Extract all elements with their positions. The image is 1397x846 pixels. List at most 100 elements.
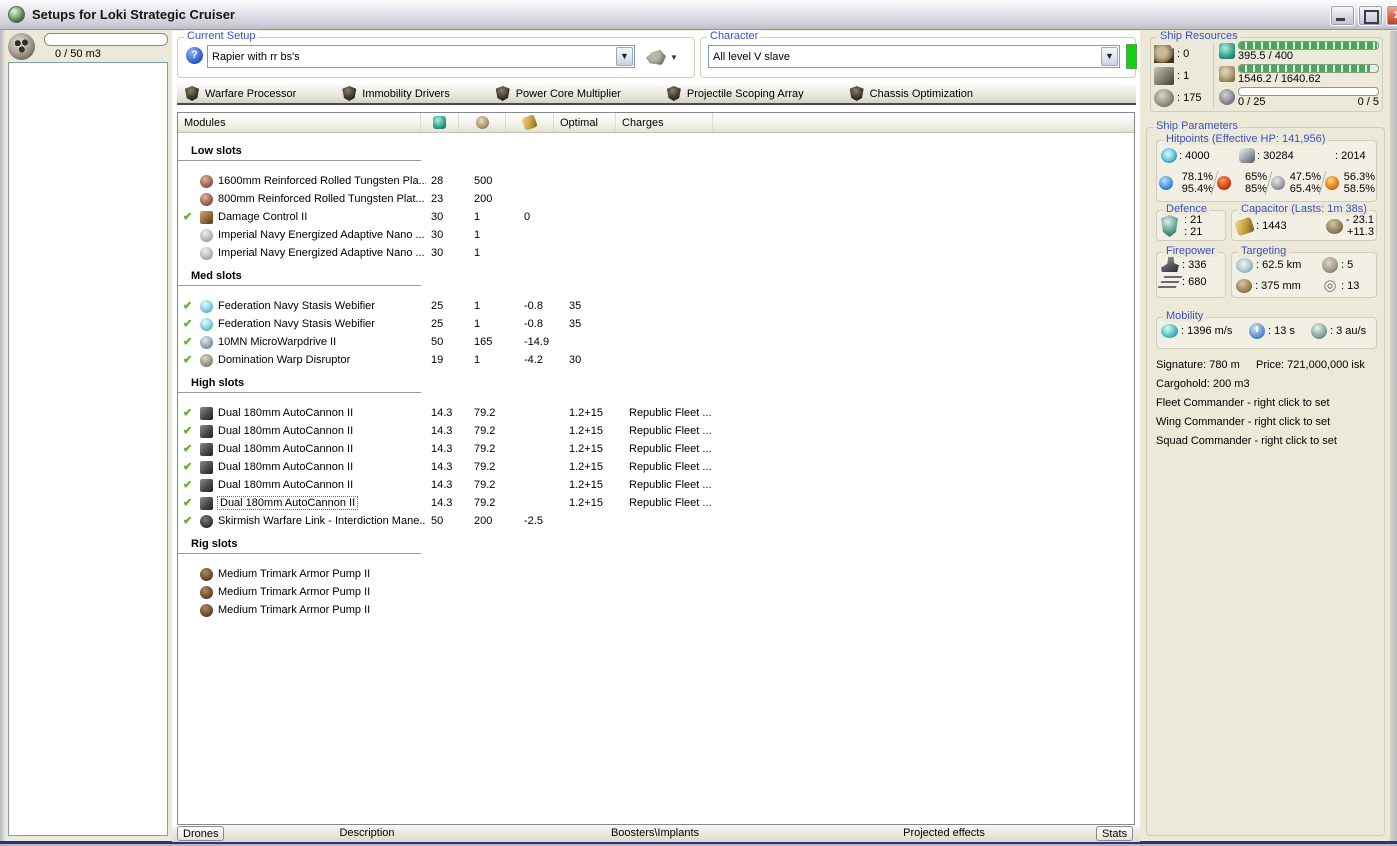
fleet-commander-slot[interactable]: Fleet Commander - right click to set <box>1156 394 1382 413</box>
maximize-button[interactable] <box>1358 5 1383 26</box>
volley-icon <box>1161 257 1179 272</box>
warp-speed-value: : 3 au/s <box>1330 325 1367 337</box>
module-row[interactable]: Medium Trimark Armor Pump II <box>178 584 1134 602</box>
module-row[interactable]: ✔ Dual 180mm AutoCannon II 14.3 79.2 1.2+15 R… <box>178 441 1134 459</box>
module-cpu: 14.3 <box>431 425 453 437</box>
subsystem-tab[interactable]: Projectile Scoping Array <box>666 86 804 101</box>
fitted-check-icon: ✔ <box>183 479 193 491</box>
wing-commander-slot[interactable]: Wing Commander - right click to set <box>1156 413 1382 432</box>
armor-plate-icon <box>200 175 213 188</box>
slot-section-title: Rig slots <box>178 538 421 554</box>
subsystem-tab[interactable]: Power Core Multiplier <box>495 86 621 101</box>
column-charges[interactable]: Charges <box>616 113 713 132</box>
armor-resist-value: 85% <box>1244 183 1267 195</box>
module-row[interactable]: 800mm Reinforced Rolled Tungsten Plat...… <box>178 191 1134 209</box>
module-cpu: 50 <box>431 336 444 348</box>
column-optimal[interactable]: Optimal <box>554 113 616 132</box>
resource-bar <box>1238 41 1379 50</box>
column-powergrid[interactable] <box>459 113 506 132</box>
subsystem-tab[interactable]: Chassis Optimization <box>849 86 973 101</box>
subsystem-icon <box>342 86 357 101</box>
kinetic-resist-icon <box>1271 176 1285 190</box>
module-row[interactable]: ✔ Damage Control II 30 1 0 <box>178 209 1134 227</box>
column-modules[interactable]: Modules <box>178 113 421 132</box>
mobility-caption: Mobility <box>1163 310 1207 322</box>
module-row[interactable]: ✔ Dual 180mm AutoCannon II 14.3 79.2 1.2+15 R… <box>178 423 1134 441</box>
module-row[interactable]: ✔ Dual 180mm AutoCannon II 14.3 79.2 1.2+15 R… <box>178 495 1134 513</box>
damage-control-icon <box>200 211 213 224</box>
tab-drones[interactable]: Drones <box>177 826 225 841</box>
module-name: Federation Navy Stasis Webifier <box>218 318 375 330</box>
chevron-down-icon[interactable]: ▼ <box>1101 47 1118 66</box>
module-row[interactable]: Imperial Navy Energized Adaptive Nano ..… <box>178 245 1134 263</box>
module-name: Medium Trimark Armor Pump II <box>218 586 371 598</box>
shield-resist-value: 56.3% <box>1343 171 1375 183</box>
module-cpu: 19 <box>431 354 444 366</box>
subsystem-tab[interactable]: Immobility Drivers <box>342 86 450 101</box>
module-optimal: 30 <box>569 354 582 366</box>
chevron-down-icon: ▼ <box>670 52 678 62</box>
turret-hardpoint-icon <box>1154 45 1174 63</box>
resource-bar-stack: 0 / 25 0 / 5 <box>1238 87 1379 110</box>
module-row[interactable]: 1600mm Reinforced Rolled Tungsten Pla...… <box>178 173 1134 191</box>
column-capacitor[interactable] <box>506 113 554 132</box>
sensor-strength-value: : 13 <box>1341 280 1360 292</box>
module-row[interactable]: ✔ Federation Navy Stasis Webifier 25 1 -0.8 3… <box>178 316 1134 334</box>
module-row[interactable]: ✔ Dual 180mm AutoCannon II 14.3 79.2 1.2+15 R… <box>178 459 1134 477</box>
chevron-down-icon[interactable]: ▼ <box>616 47 633 66</box>
resource-bar-labels: 395.5 / 400 <box>1238 50 1379 62</box>
module-row[interactable]: ✔ Domination Warp Disruptor 19 1 -4.2 30 <box>178 352 1134 370</box>
module-cpu: 30 <box>431 247 444 259</box>
close-button[interactable] <box>1386 5 1397 26</box>
tab-boosters-implants[interactable]: Boosters\Implants <box>585 826 725 841</box>
thermal-resist-icon <box>1217 176 1231 190</box>
fitted-check-icon: ✔ <box>183 407 193 419</box>
subsystem-tab[interactable]: Warfare Processor <box>185 86 296 101</box>
fitted-check-icon: ✔ <box>183 336 193 348</box>
module-cap: -14.9 <box>524 336 550 348</box>
hardpoint-row: : 175 <box>1154 87 1210 109</box>
module-list: Low slots 1600mm Reinforced Rolled Tungst… <box>178 133 1134 620</box>
fitted-check-icon: ✔ <box>183 515 193 527</box>
module-name: Dual 180mm AutoCannon II <box>218 407 354 419</box>
title-bar[interactable]: Setups for Loki Strategic Cruiser <box>0 0 1397 30</box>
price-value: Price: 721,000,000 isk <box>1256 359 1365 371</box>
column-cpu[interactable] <box>421 113 459 132</box>
defence-value-1: : 21 <box>1184 214 1203 226</box>
armor-resist-value: 95.4% <box>1181 183 1213 195</box>
tab-projected-effects[interactable]: Projected effects <box>874 826 1014 841</box>
resource-bar-row: 1546.2 / 1640.62 <box>1219 64 1379 87</box>
dps-icon <box>1157 276 1183 288</box>
module-charges: Republic Fleet ... <box>629 443 712 455</box>
module-table-header: Modules Optimal Charges <box>178 113 1134 133</box>
hitpoints-group: Hitpoints (Effective HP: 141,956) : 4000… <box>1156 133 1377 202</box>
module-row[interactable]: Medium Trimark Armor Pump II <box>178 566 1134 584</box>
squad-commander-slot[interactable]: Squad Commander - right click to set <box>1156 432 1382 451</box>
capacitor-group: Capacitor (Lasts: 1m 38s) : 1443 - 23.1 … <box>1231 203 1377 241</box>
tab-description[interactable]: Description <box>297 826 437 841</box>
targeting-range-value: : 62.5 km <box>1256 259 1302 271</box>
minimize-button[interactable] <box>1330 5 1355 26</box>
module-row[interactable]: ✔ 10MN MicroWarpdrive II 50 165 -14.9 <box>178 334 1134 352</box>
drone-list[interactable] <box>8 62 168 836</box>
module-row[interactable]: Imperial Navy Energized Adaptive Nano ..… <box>178 227 1134 245</box>
autocannon-icon <box>200 479 213 492</box>
fitted-check-icon: ✔ <box>183 211 193 223</box>
energized-membrane-icon <box>200 247 213 260</box>
module-row[interactable]: Medium Trimark Armor Pump II <box>178 602 1134 620</box>
module-powergrid: 1 <box>474 229 481 241</box>
module-row[interactable]: ✔ Skirmish Warfare Link - Interdiction Ma… <box>178 513 1134 531</box>
module-row[interactable]: ✔ Dual 180mm AutoCannon II 14.3 79.2 1.2+15 R… <box>178 477 1134 495</box>
module-row[interactable]: ✔ Dual 180mm AutoCannon II 14.3 79.2 1.2+15 R… <box>178 405 1134 423</box>
setup-select[interactable]: Rapier with rr bs's ▼ <box>207 45 635 68</box>
setup-tools-button[interactable]: ▼ <box>643 46 685 68</box>
warp-disruptor-icon <box>200 354 213 367</box>
module-row[interactable]: ✔ Federation Navy Stasis Webifier 25 1 -0.8 3… <box>178 298 1134 316</box>
resource-bar-stack: 1546.2 / 1640.62 <box>1238 64 1379 87</box>
character-select[interactable]: All level V slave ▼ <box>708 45 1120 68</box>
resist-values: 47.5% 65.4% <box>1285 171 1321 195</box>
rig-pump-icon <box>200 604 213 617</box>
tab-stats[interactable]: Stats <box>1096 826 1134 841</box>
help-icon[interactable]: ? <box>186 47 203 64</box>
